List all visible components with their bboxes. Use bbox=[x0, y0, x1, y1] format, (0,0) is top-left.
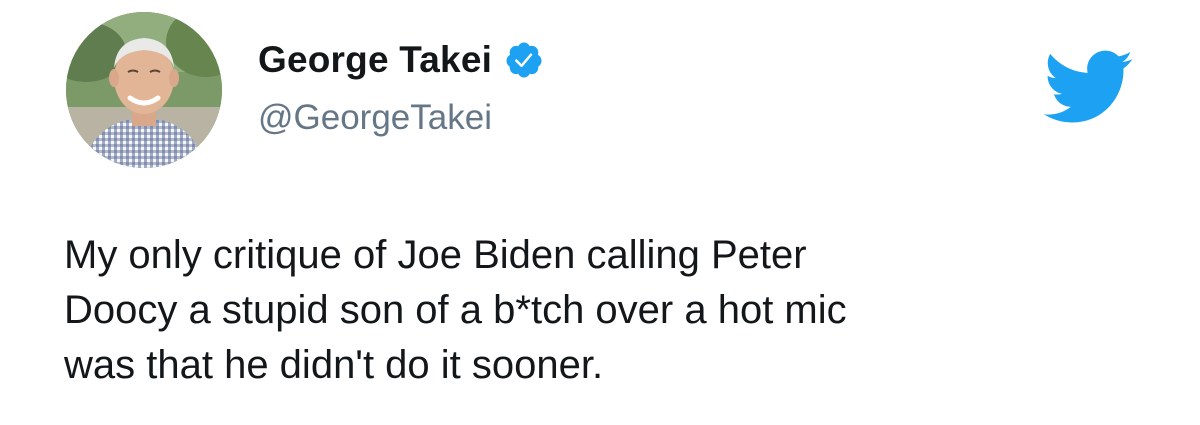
profile-photo bbox=[66, 12, 222, 168]
avatar[interactable] bbox=[66, 12, 222, 168]
author-handle[interactable]: @GeorgeTakei bbox=[258, 96, 492, 140]
twitter-bird-icon[interactable] bbox=[1044, 50, 1134, 124]
author-name-row: George Takei bbox=[258, 36, 544, 84]
tweet-text: My only critique of Joe Biden calling Pe… bbox=[64, 233, 847, 387]
author-display-name[interactable]: George Takei bbox=[258, 36, 492, 84]
verified-badge-icon bbox=[506, 42, 542, 78]
tweet-card: George Takei @GeorgeTakei My only critiq… bbox=[0, 0, 1200, 425]
